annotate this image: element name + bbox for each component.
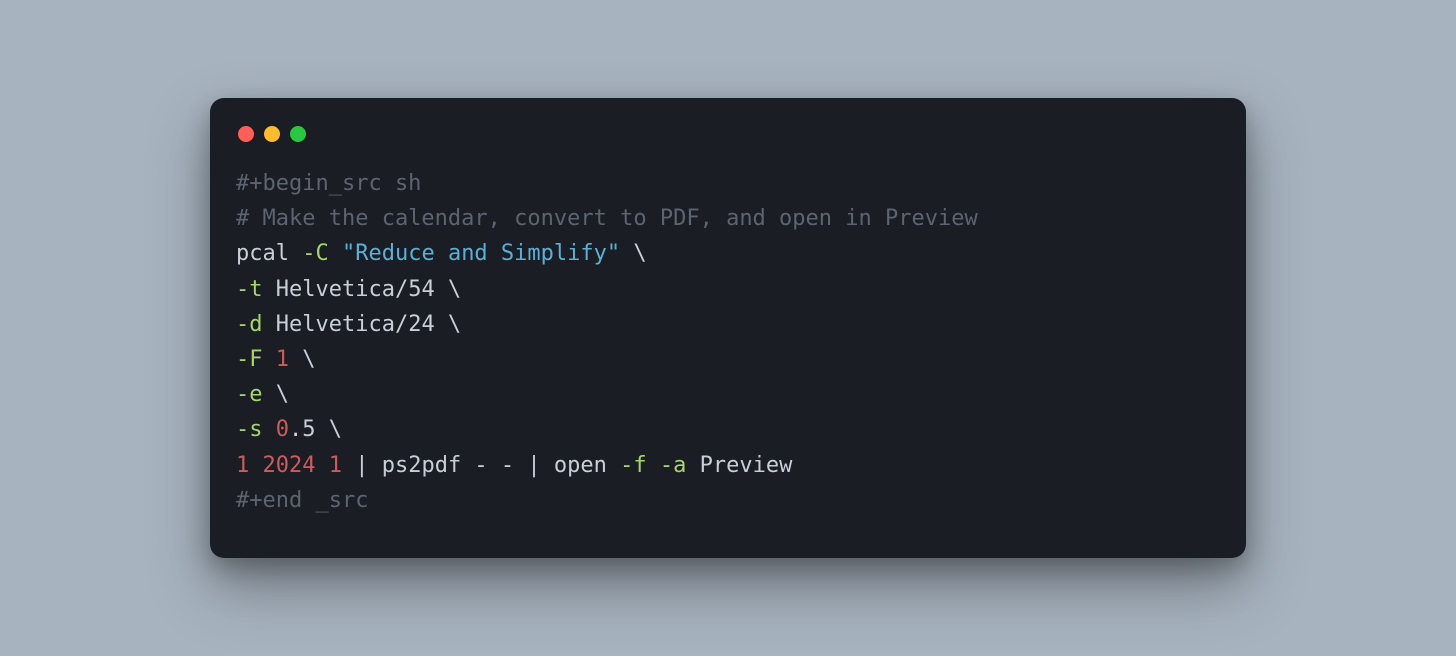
zoom-icon[interactable] <box>290 126 306 142</box>
flag-s: -s <box>236 417 263 442</box>
terminal-window: #+begin_src sh # Make the calendar, conv… <box>210 98 1246 558</box>
window-titlebar <box>236 122 1220 166</box>
code-block: #+begin_src sh # Make the calendar, conv… <box>236 166 1220 518</box>
flag-f: -f <box>620 453 647 478</box>
arg-preview: Preview <box>686 453 792 478</box>
org-begin-src: #+begin_src sh <box>236 171 421 196</box>
string-title: "Reduce and Simplify" <box>342 241 620 266</box>
line-continuation: \ <box>263 382 290 407</box>
arg-d: Helvetica/24 \ <box>263 312 462 337</box>
line-continuation: \ <box>289 347 316 372</box>
cmd-pcal: pcal <box>236 241 302 266</box>
flag-F: -F <box>236 347 263 372</box>
num-0: 0 <box>276 417 289 442</box>
pipe-ps2pdf-open: | ps2pdf - - | open <box>342 453 620 478</box>
code-comment: # Make the calendar, convert to PDF, and… <box>236 206 978 231</box>
num-count: 1 <box>329 453 342 478</box>
close-icon[interactable] <box>238 126 254 142</box>
arg-s-rest: .5 \ <box>289 417 342 442</box>
flag-d: -d <box>236 312 263 337</box>
num-1: 1 <box>276 347 289 372</box>
flag-e: -e <box>236 382 263 407</box>
minimize-icon[interactable] <box>264 126 280 142</box>
num-year: 2024 <box>263 453 316 478</box>
flag-a: -a <box>660 453 687 478</box>
line-continuation: \ <box>620 241 647 266</box>
flag-t: -t <box>236 277 263 302</box>
num-month: 1 <box>236 453 249 478</box>
arg-t: Helvetica/54 \ <box>263 277 462 302</box>
flag-C: -C <box>302 241 329 266</box>
org-end-src: #+end _src <box>236 488 368 513</box>
